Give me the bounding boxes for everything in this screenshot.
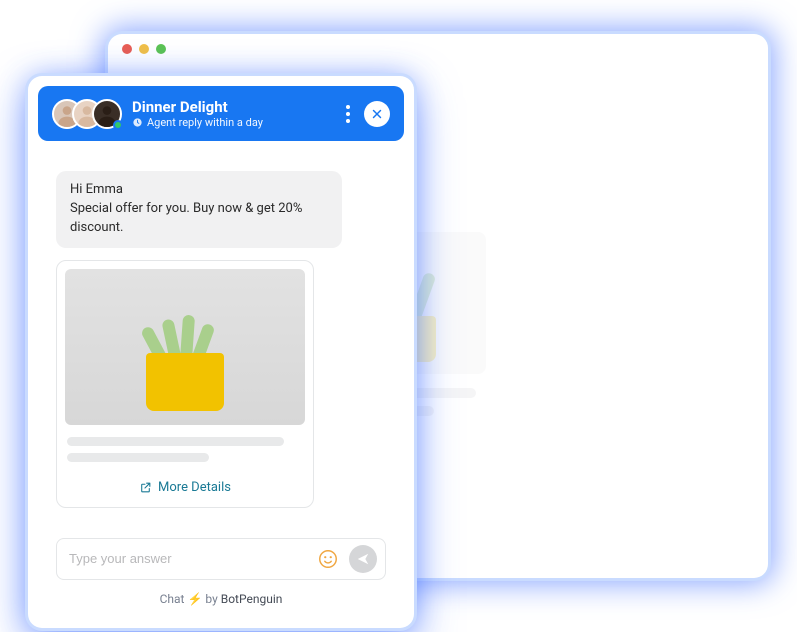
emoji-icon bbox=[317, 548, 339, 570]
chat-subtitle: Agent reply within a day bbox=[132, 116, 332, 129]
close-button[interactable] bbox=[364, 101, 390, 127]
send-icon bbox=[356, 552, 370, 566]
chat-title: Dinner Delight bbox=[132, 98, 332, 116]
external-link-icon bbox=[139, 481, 152, 494]
chat-footer: Chat ⚡ by BotPenguin bbox=[42, 586, 400, 620]
offer-image bbox=[65, 269, 305, 425]
bot-message: Hi Emma Special offer for you. Buy now &… bbox=[56, 171, 342, 248]
online-status-icon bbox=[113, 120, 123, 130]
text-placeholder bbox=[67, 437, 284, 446]
clock-icon bbox=[132, 117, 143, 128]
message-line: Special offer for you. Buy now & get 20%… bbox=[70, 200, 328, 238]
offer-card: More Details bbox=[56, 260, 314, 508]
minimize-window-icon[interactable] bbox=[139, 44, 149, 54]
close-icon bbox=[370, 107, 384, 121]
emoji-button[interactable] bbox=[315, 546, 341, 572]
text-placeholder bbox=[67, 453, 209, 462]
close-window-icon[interactable] bbox=[122, 44, 132, 54]
window-controls bbox=[108, 34, 768, 64]
message-input-row bbox=[56, 538, 386, 580]
menu-button[interactable] bbox=[342, 101, 354, 127]
send-button[interactable] bbox=[349, 545, 377, 573]
footer-brand[interactable]: BotPenguin bbox=[221, 592, 283, 606]
chat-header: Dinner Delight Agent reply within a day bbox=[38, 86, 404, 141]
agent-avatars bbox=[52, 99, 122, 129]
maximize-window-icon[interactable] bbox=[156, 44, 166, 54]
message-line: Hi Emma bbox=[70, 181, 328, 200]
bolt-icon: ⚡ bbox=[187, 592, 202, 606]
message-input[interactable] bbox=[69, 551, 307, 566]
more-details-link[interactable]: More Details bbox=[65, 472, 305, 499]
chat-widget: Dinner Delight Agent reply within a day … bbox=[28, 76, 414, 628]
